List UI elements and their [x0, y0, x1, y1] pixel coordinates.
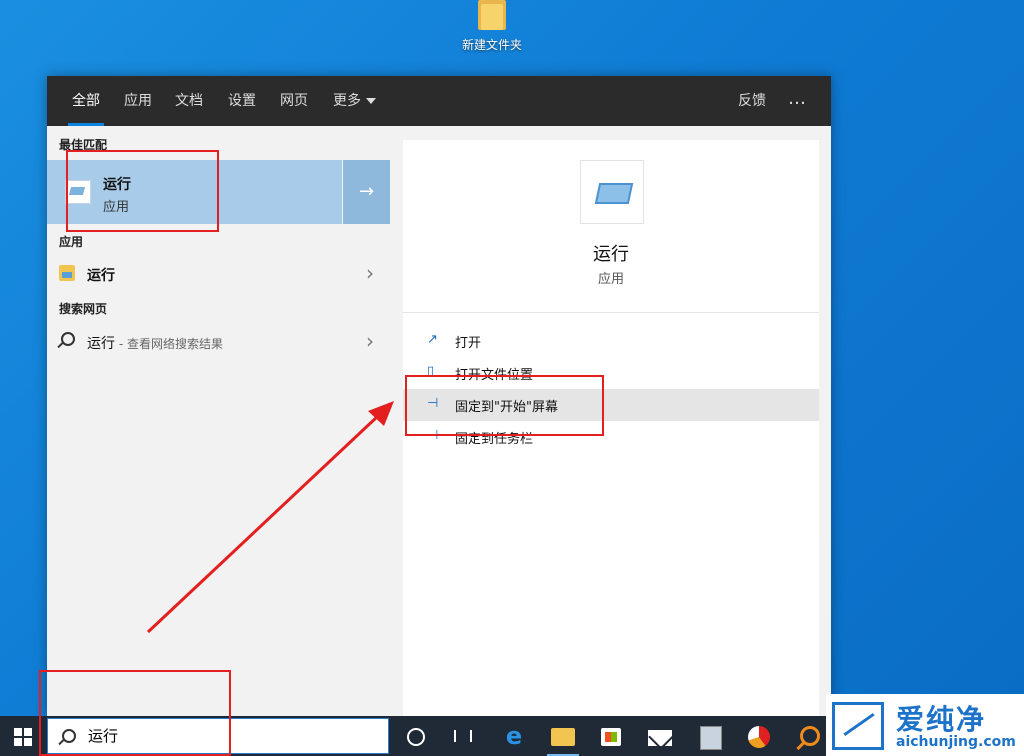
annotation-arrow — [146, 401, 394, 634]
